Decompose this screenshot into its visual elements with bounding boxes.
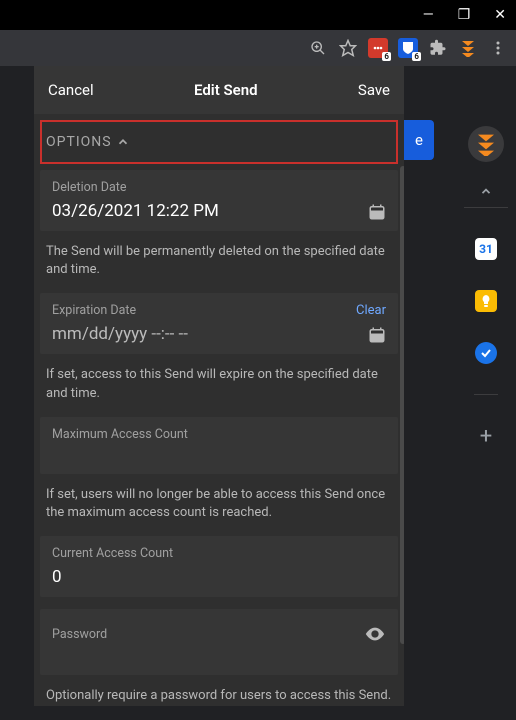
deletion-date-value[interactable]: 03/26/2021 12:22 PM: [52, 199, 386, 227]
options-label: OPTIONS: [46, 134, 112, 150]
current-access-value: 0: [52, 565, 386, 593]
deletion-date-field[interactable]: Deletion Date 03/26/2021 12:22 PM: [40, 170, 398, 231]
field-label: Expiration Date: [52, 303, 386, 318]
window-titlebar: — ❐ ✕: [0, 0, 516, 30]
google-calendar-icon[interactable]: 31: [475, 238, 497, 260]
browser-toolbar: 6 6: [0, 30, 516, 66]
clear-button[interactable]: Clear: [356, 303, 386, 318]
deletion-date-help: The Send will be permanently deleted on …: [40, 235, 398, 293]
window-maximize-icon[interactable]: ❐: [458, 7, 471, 23]
scrollbar[interactable]: [400, 166, 404, 644]
popup-body[interactable]: OPTIONS Deletion Date 03/26/2021 12:22 P…: [34, 114, 404, 706]
field-label: Current Access Count: [52, 546, 386, 561]
extension-bitwarden-icon[interactable]: 6: [398, 38, 418, 58]
side-panel-divider: [474, 394, 498, 395]
extensions-puzzle-icon[interactable]: [428, 38, 448, 58]
calendar-icon[interactable]: [368, 326, 386, 344]
extension-lastpass-icon[interactable]: 6: [368, 38, 388, 58]
window-minimize-icon[interactable]: —: [423, 7, 434, 23]
expiration-date-field[interactable]: Expiration Date Clear mm/dd/yyyy --:-- -…: [40, 293, 398, 354]
cancel-button[interactable]: Cancel: [48, 81, 94, 99]
save-button[interactable]: Save: [358, 81, 390, 99]
field-label: Maximum Access Count: [52, 427, 386, 442]
max-access-help: If set, users will no longer be able to …: [40, 478, 398, 536]
field-label: Deletion Date: [52, 180, 386, 195]
profile-avatar[interactable]: [468, 126, 504, 162]
expiration-date-input[interactable]: mm/dd/yyyy --:-- --: [52, 322, 386, 350]
calendar-icon[interactable]: [368, 203, 386, 221]
edit-send-popup: Cancel Edit Send Save OPTIONS Deletion D…: [34, 66, 404, 706]
max-access-count-field[interactable]: Maximum Access Count: [40, 417, 398, 474]
browser-menu-icon[interactable]: [488, 38, 508, 58]
password-help: Optionally require a password for users …: [40, 679, 398, 706]
field-label: Password: [52, 627, 107, 642]
side-panel: 31 +: [456, 66, 516, 720]
extension-overflow-icon[interactable]: [458, 38, 478, 58]
extension-badge-count: 6: [412, 52, 421, 61]
bookmark-star-icon[interactable]: [338, 38, 358, 58]
popup-header: Cancel Edit Send Save: [34, 66, 404, 114]
collapse-sidepanel-button[interactable]: [464, 176, 508, 208]
google-tasks-icon[interactable]: [475, 342, 497, 364]
options-section-toggle[interactable]: OPTIONS: [40, 120, 398, 164]
spacer: [40, 601, 398, 609]
zoom-icon[interactable]: [308, 38, 328, 58]
current-access-count-field: Current Access Count 0: [40, 536, 398, 597]
chevron-up-icon: [116, 135, 130, 149]
window-close-icon[interactable]: ✕: [494, 7, 506, 23]
google-keep-icon[interactable]: [475, 290, 497, 312]
add-addon-icon[interactable]: +: [475, 425, 497, 447]
extension-badge-count: 6: [382, 52, 391, 61]
password-field[interactable]: Password: [40, 609, 398, 675]
eye-icon[interactable]: [364, 623, 386, 645]
popup-title: Edit Send: [194, 81, 257, 99]
save-button-fragment[interactable]: e: [404, 120, 434, 160]
expiration-date-help: If set, access to this Send will expire …: [40, 358, 398, 416]
